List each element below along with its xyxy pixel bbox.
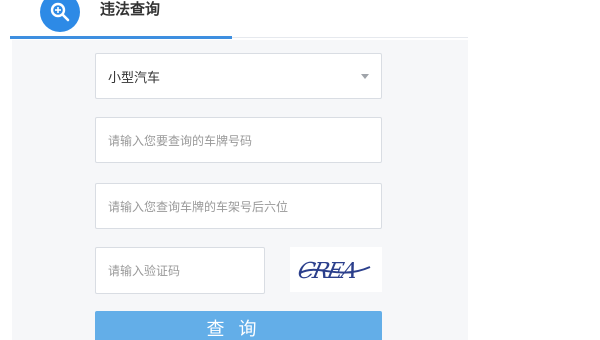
active-tab-indicator <box>10 36 232 39</box>
tab-divider <box>232 37 468 38</box>
header: 违法查询 <box>0 0 600 40</box>
captcha-placeholder: 请输入验证码 <box>108 264 181 278</box>
captcha-input[interactable]: 请输入验证码 <box>95 247 265 294</box>
tab-violation-query[interactable]: 违法查询 <box>100 0 160 18</box>
plate-number-placeholder: 请输入您要查询的车牌号码 <box>108 133 253 148</box>
vehicle-type-value: 小型汽车 <box>108 70 161 86</box>
captcha-image[interactable]: CREA <box>290 247 382 292</box>
chevron-down-icon <box>361 74 369 79</box>
frame-number-input[interactable]: 请输入您查询车牌的车架号后六位 <box>95 183 382 229</box>
frame-number-placeholder: 请输入您查询车牌的车架号后六位 <box>108 199 289 214</box>
search-icon[interactable] <box>40 0 80 32</box>
vehicle-type-select[interactable]: 小型汽车 <box>95 53 382 99</box>
plate-number-input[interactable]: 请输入您要查询的车牌号码 <box>95 117 382 163</box>
query-button[interactable]: 查询 <box>95 311 382 340</box>
